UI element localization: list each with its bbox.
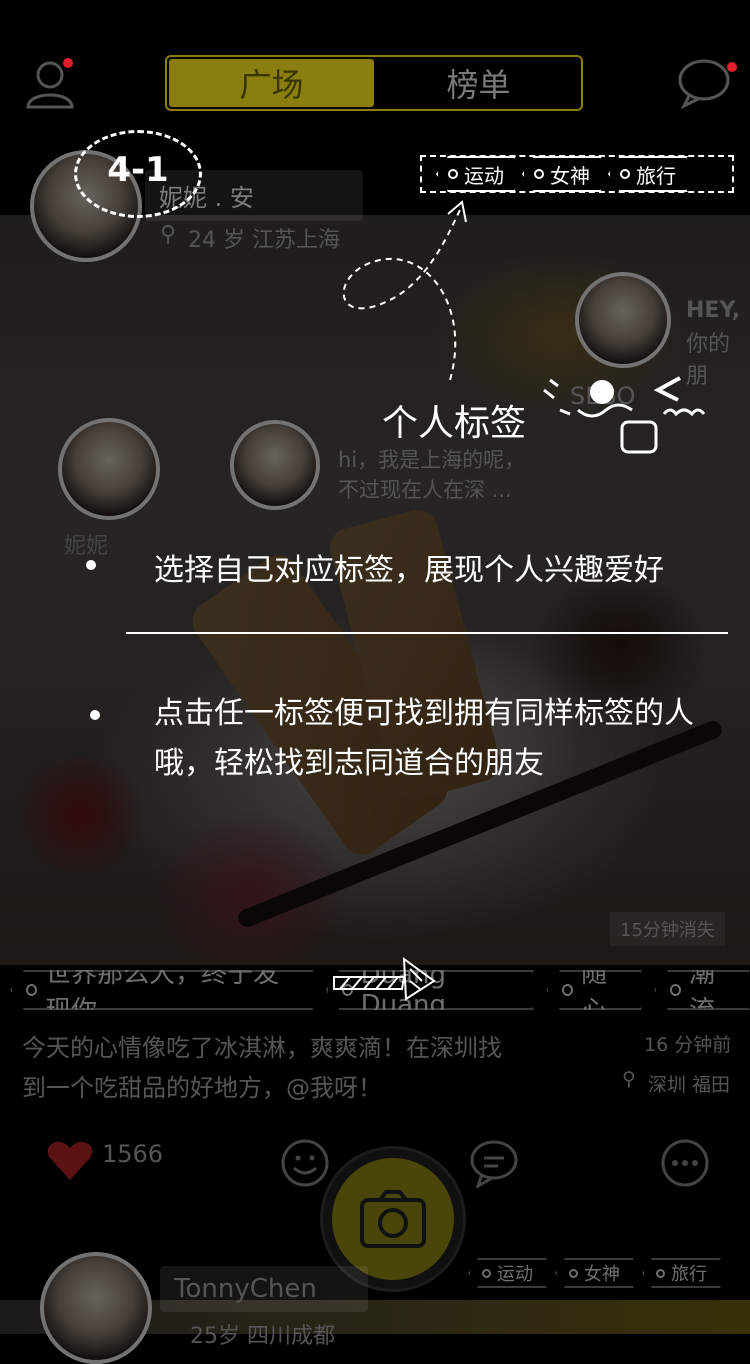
- topic-label: 潮流: [689, 970, 716, 989]
- tag-dot-icon: [670, 984, 681, 996]
- like-count: 1566: [102, 1140, 164, 1168]
- divider: [126, 632, 728, 634]
- post-time: 16 分钟前: [644, 1034, 732, 1056]
- tag-travel[interactable]: 旅行: [608, 156, 688, 192]
- location-pin-icon: ⚲: [160, 222, 177, 247]
- smile-icon: [281, 1139, 329, 1187]
- dashed-arrow-icon: [342, 200, 467, 381]
- tag-dot-icon: [620, 169, 630, 179]
- topic-tag[interactable]: 世界那么大，终于发现你: [10, 970, 314, 1010]
- next-tag-list: 运动 女神 旅行: [468, 1258, 721, 1288]
- greeting-text: HEY,: [686, 298, 741, 323]
- tag-dot-icon: [482, 1269, 491, 1278]
- tag-dot-icon: [26, 984, 37, 996]
- emoji-button[interactable]: [280, 1138, 330, 1192]
- avatar[interactable]: [230, 420, 320, 510]
- post-text-line1: 今天的心情像吃了冰淇淋，爽爽滴！在深圳找: [22, 1034, 502, 1062]
- post-comment-line1: hi，我是上海的呢，: [338, 448, 526, 472]
- tag-sport[interactable]: 运动: [436, 156, 516, 192]
- tag-dot-icon: [569, 1269, 578, 1278]
- tag-dot-icon: [534, 169, 544, 179]
- tag-label: 运动: [464, 163, 504, 188]
- like-button[interactable]: [46, 1138, 94, 1186]
- post-location: 深圳 福田: [648, 1074, 731, 1096]
- main-tabs: 广场 榜单: [165, 55, 583, 111]
- avatar[interactable]: [58, 418, 160, 520]
- next-profile-name: TonnyChen: [160, 1266, 368, 1312]
- avatar[interactable]: [575, 272, 671, 368]
- step-number: 4-1: [107, 150, 169, 190]
- tag-dot-icon: [562, 984, 573, 996]
- next-profile-age-location: 25岁 四川成都: [190, 1324, 335, 1349]
- more-button[interactable]: [660, 1138, 710, 1192]
- bullet-icon: [86, 560, 96, 570]
- chat-notification-dot: [727, 62, 737, 72]
- tag-sport[interactable]: 运动: [468, 1258, 547, 1288]
- tab-ranking[interactable]: 榜单: [376, 57, 581, 109]
- tag-dot-icon: [656, 1269, 665, 1278]
- heart-icon: [47, 1141, 93, 1180]
- topic-tag[interactable]: 随心: [546, 970, 642, 1010]
- topic-label: 随心: [581, 970, 608, 989]
- tag-label: 运动: [497, 1264, 533, 1285]
- comment-button[interactable]: [468, 1138, 520, 1192]
- tab-square[interactable]: 广场: [169, 59, 374, 107]
- notification-dot: [63, 58, 73, 68]
- chat-bubble-icon: [678, 59, 730, 110]
- profile-age-location: 24 岁 江苏上海: [188, 228, 340, 253]
- comment-icon: [470, 1140, 518, 1190]
- doodle-face-icon: [543, 376, 706, 454]
- bullet-icon: [90, 710, 100, 720]
- topic-label: 世界那么大，终于发现你: [45, 970, 280, 989]
- tag-label: 旅行: [636, 163, 676, 188]
- topic-tag[interactable]: 潮流: [654, 970, 750, 1010]
- chat-button[interactable]: [676, 56, 732, 116]
- post-text-line2: 到一个吃甜品的好地方，@我呀！: [22, 1074, 382, 1102]
- instruction-2-line1: 点击任一标签便可找到拥有同样标签的人: [154, 696, 694, 731]
- tag-label: 女神: [550, 163, 590, 188]
- more-icon: [661, 1139, 709, 1187]
- instruction-1: 选择自己对应标签，展现个人兴趣爱好: [154, 553, 664, 588]
- tutorial-title: 个人标签: [382, 403, 527, 444]
- tag-travel[interactable]: 旅行: [642, 1258, 721, 1288]
- tag-dot-icon: [448, 169, 458, 179]
- expire-badge: 15分钟消失: [610, 912, 725, 946]
- camera-icon: [360, 1190, 426, 1248]
- tag-goddess[interactable]: 女神: [555, 1258, 634, 1288]
- camera-button[interactable]: [332, 1158, 454, 1280]
- avatar[interactable]: [40, 1252, 152, 1364]
- location-pin-icon: ⚲: [622, 1068, 636, 1090]
- arrow-right-icon: [333, 956, 436, 1001]
- post-comment-line2: 不过现在人在深 ...: [338, 478, 512, 502]
- tag-list: 运动 女神 旅行: [436, 156, 688, 192]
- instruction-2-line2: 哦，轻松找到志同道合的朋友: [154, 746, 544, 781]
- profile-name-left: 妮妮: [64, 534, 109, 559]
- tag-label: 女神: [584, 1264, 620, 1285]
- tag-label: 旅行: [671, 1264, 707, 1285]
- tag-goddess[interactable]: 女神: [522, 156, 602, 192]
